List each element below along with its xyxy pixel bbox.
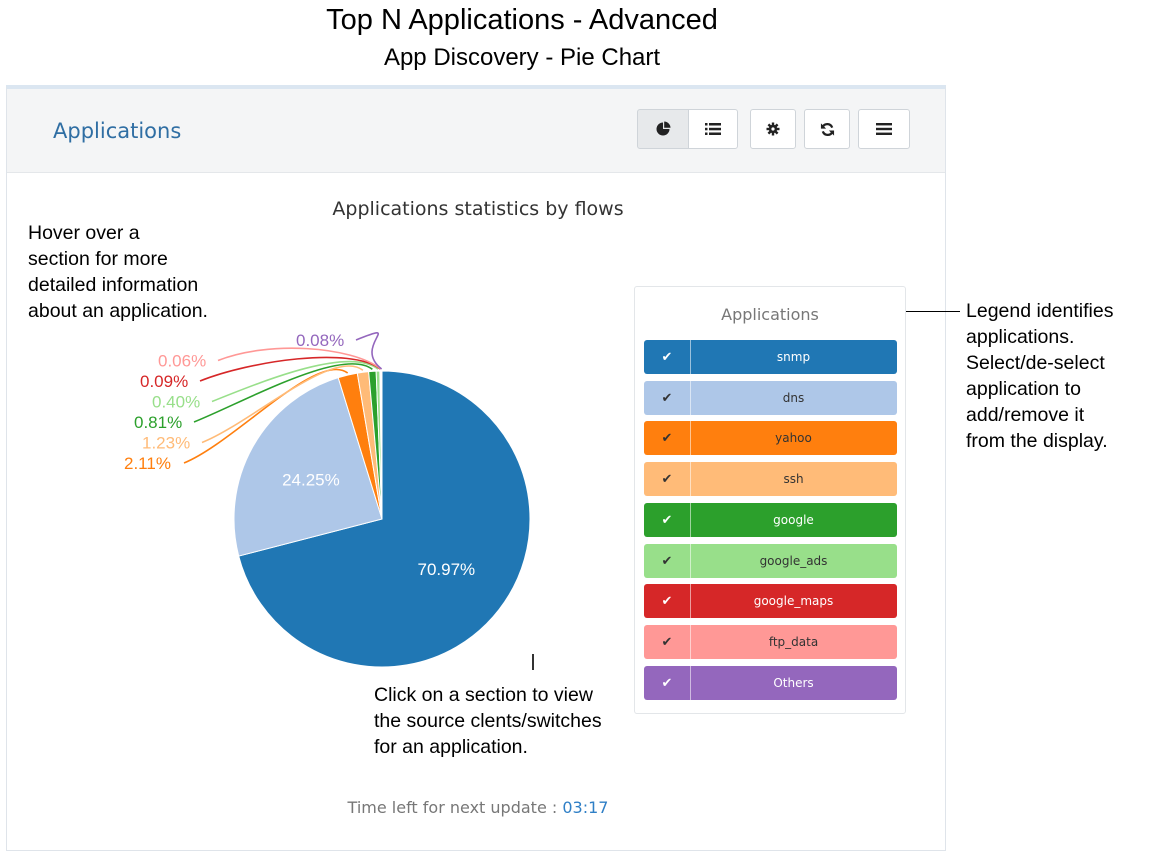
slice-label-google-maps: 0.09% [140,372,188,391]
slice-label-others: 0.08% [296,331,344,350]
check-icon[interactable]: ✔ [644,502,691,537]
legend-label: snmp [776,350,811,364]
legend-label: dns [782,390,805,405]
legend-label: ftp_data [768,634,819,649]
check-icon[interactable]: ✔ [644,584,691,619]
text-cursor-icon [532,654,534,670]
check-icon[interactable]: ✔ [644,340,691,374]
timer-value: 03:17 [562,798,609,817]
legend-title: Applications [721,305,819,324]
legend-item-yahoo[interactable]: ✔ yahoo [644,421,897,456]
legend-item-google-ads[interactable]: ✔ google_ads [644,543,897,578]
check-icon[interactable]: ✔ [644,421,691,456]
legend-item-dns[interactable]: ✔ dns [644,380,897,415]
legend-item-ssh[interactable]: ✔ ssh [644,462,897,497]
slice-label-google: 0.81% [134,413,182,432]
legend-item-ftp-data[interactable]: ✔ ftp_data [644,624,897,659]
legend-label: Others [773,675,814,690]
chart-legend: Applications ✔ snmp ✔ dns ✔ yahoo ✔ ssh ✔ google ✔… [634,286,906,714]
legend-item-others[interactable]: ✔ Others [644,665,897,700]
check-icon[interactable]: ✔ [644,380,691,415]
check-icon[interactable]: ✔ [644,624,691,659]
check-icon[interactable]: ✔ [644,543,691,578]
slice-label-ssh: 1.23% [142,434,190,453]
timer-label: Time left for next update : [347,798,563,817]
legend-label: google_ads [759,553,828,568]
legend-label: google [773,512,814,527]
legend-item-google[interactable]: ✔ google [644,502,897,537]
legend-label: yahoo [775,431,812,446]
check-icon[interactable]: ✔ [644,462,691,497]
slice-label-ftp-data: 0.06% [158,352,206,371]
slice-label-yahoo: 2.11% [124,454,171,473]
click-annotation: Click on a section to view the source cl… [374,684,602,758]
slice-label-dns: 24.25% [282,470,340,489]
legend-item-google-maps[interactable]: ✔ google_maps [644,584,897,619]
update-timer: Time left for next update : 03:17 [0,798,956,817]
legend-label: ssh [783,472,804,487]
slice-label-snmp: 70.97% [418,560,476,579]
legend-item-snmp[interactable]: ✔ snmp [644,340,897,374]
legend-annotation: Legend identifies applications. Select/d… [966,300,1114,452]
hover-annotation: Hover over a section for more detailed i… [28,222,208,322]
slice-label-google-ads: 0.40% [152,393,200,412]
legend-label: google_maps [753,594,834,609]
legend-pointer-line [898,311,960,312]
check-icon[interactable]: ✔ [644,665,691,700]
